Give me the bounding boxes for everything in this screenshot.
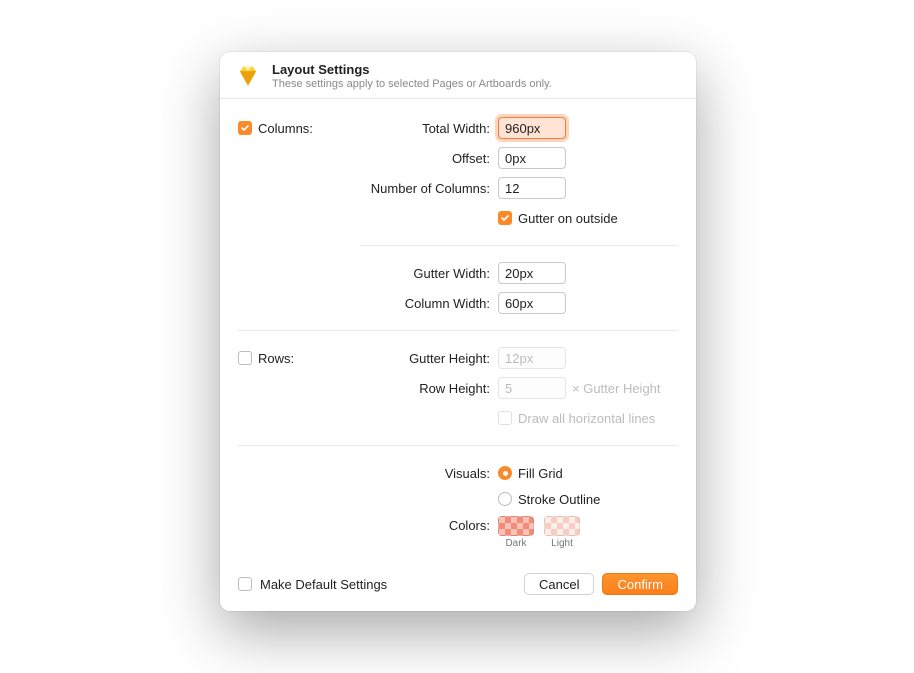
dialog-title: Layout Settings <box>272 62 552 77</box>
gutter-width-input[interactable] <box>498 262 566 284</box>
num-columns-input[interactable] <box>498 177 566 199</box>
rows-checkbox[interactable] <box>238 351 252 365</box>
color-dark-swatch[interactable] <box>498 516 534 536</box>
divider <box>360 245 678 246</box>
divider <box>238 330 678 331</box>
confirm-button[interactable]: Confirm <box>602 573 678 595</box>
gutter-outside-label: Gutter on outside <box>518 211 618 226</box>
num-columns-label: Number of Columns: <box>340 181 498 196</box>
column-width-label: Column Width: <box>340 296 498 311</box>
total-width-input[interactable] <box>498 117 566 139</box>
gutter-width-label: Gutter Width: <box>340 266 498 281</box>
make-default-label: Make Default Settings <box>260 577 387 592</box>
row-height-input[interactable] <box>498 377 566 399</box>
columns-section-label: Columns: <box>258 121 313 136</box>
gutter-outside-checkbox[interactable] <box>498 211 512 225</box>
divider <box>238 445 678 446</box>
color-light-swatch[interactable] <box>544 516 580 536</box>
sketch-diamond-icon <box>234 62 262 90</box>
visuals-label: Visuals: <box>340 466 498 481</box>
row-height-label: Row Height: <box>340 381 498 396</box>
gutter-height-label: Gutter Height: <box>340 351 498 366</box>
make-default-checkbox[interactable] <box>238 577 252 591</box>
column-width-input[interactable] <box>498 292 566 314</box>
layout-settings-dialog: Layout Settings These settings apply to … <box>220 52 696 611</box>
columns-checkbox[interactable] <box>238 121 252 135</box>
row-height-suffix: × Gutter Height <box>572 381 661 396</box>
offset-label: Offset: <box>340 151 498 166</box>
dialog-header: Layout Settings These settings apply to … <box>220 52 696 99</box>
total-width-label: Total Width: <box>340 121 498 136</box>
stroke-outline-radio[interactable] <box>498 492 512 506</box>
color-dark-label: Dark <box>505 538 526 549</box>
rows-section-label: Rows: <box>258 351 294 366</box>
draw-lines-label: Draw all horizontal lines <box>518 411 655 426</box>
colors-label: Colors: <box>340 516 498 533</box>
color-light-label: Light <box>551 538 573 549</box>
gutter-height-input[interactable] <box>498 347 566 369</box>
fill-grid-label: Fill Grid <box>518 466 563 481</box>
stroke-outline-label: Stroke Outline <box>518 492 600 507</box>
cancel-button[interactable]: Cancel <box>524 573 594 595</box>
offset-input[interactable] <box>498 147 566 169</box>
fill-grid-radio[interactable] <box>498 466 512 480</box>
draw-lines-checkbox[interactable] <box>498 411 512 425</box>
dialog-subtitle: These settings apply to selected Pages o… <box>272 78 552 90</box>
